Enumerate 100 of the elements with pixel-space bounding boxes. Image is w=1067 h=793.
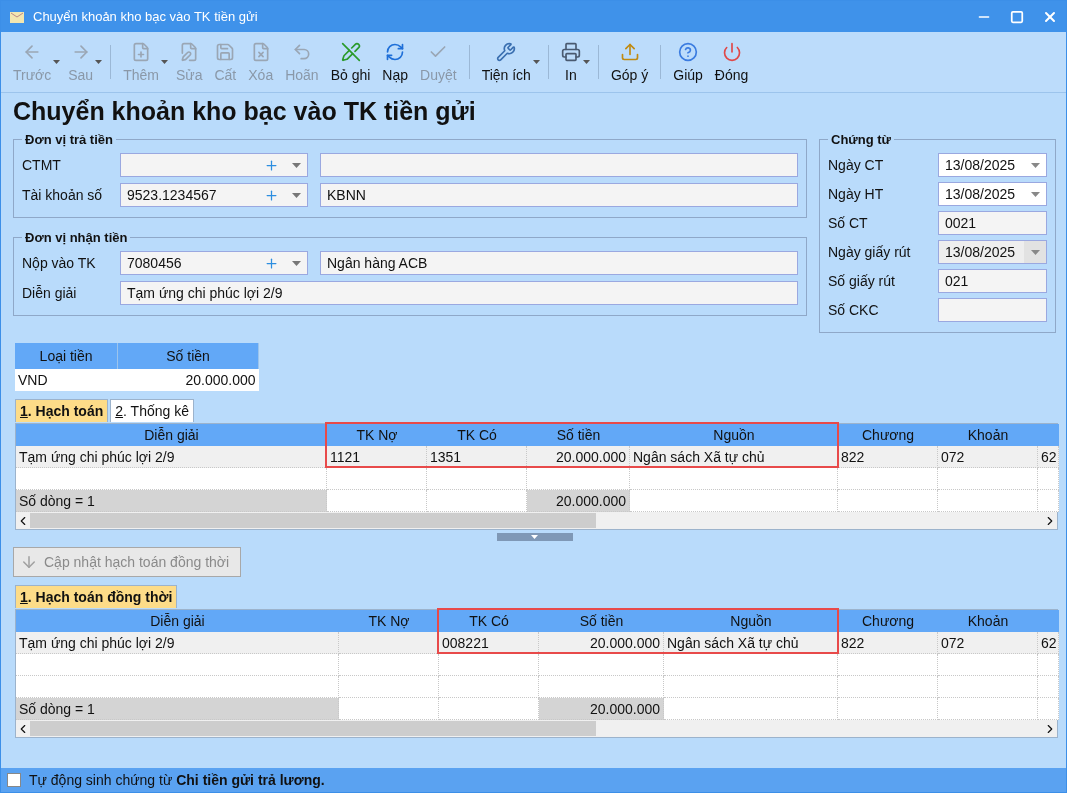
field-label: Số CKC [828,302,880,318]
save-icon [215,41,236,62]
column-header[interactable]: TK Có [439,610,539,632]
column-header[interactable]: Nguồn [664,610,838,632]
table-cell [1038,654,1059,676]
add-icon[interactable] [264,157,279,173]
group-title: Chứng từ [830,132,892,147]
tab[interactable]: 2. Thống kê [110,399,194,422]
table-cell: 62 [1038,446,1059,468]
column-header: Số tiền [117,343,259,369]
summary-cell: Số dòng = 1 [16,490,327,512]
table-cell: 072 [938,446,1038,468]
group-title: Đơn vị trả tiền [24,132,114,147]
field-label: Số giấy rút [828,273,896,289]
account-combo[interactable]: 7080456 [120,251,308,275]
table-cell: Ngân sách Xã tự chủ [664,632,838,654]
text-field[interactable]: 021 [938,269,1047,293]
tab[interactable]: 1. Hạch toán đồng thời [15,585,178,608]
field-label: CTMT [22,157,62,173]
toolbar-button[interactable]: Góp ý [604,39,655,85]
account-combo[interactable] [120,153,308,177]
edit-document-icon [179,41,200,62]
field-label: Nộp vào TK [22,255,97,271]
group-title: Đơn vị nhận tiền [24,230,129,245]
column-header[interactable]: Chương [838,610,938,632]
table-cell: 20.000.000 [527,446,630,468]
toolbar-button[interactable]: Giúp [667,39,709,85]
column-header[interactable]: Chương [838,424,938,446]
column-header: Loại tiền [15,343,118,369]
text-field[interactable]: 0021 [938,211,1047,235]
column-header[interactable]: Số tiền [527,424,630,446]
table-cell: Tạm ứng chi phúc lợi 2/9 [16,446,327,468]
caret-icon[interactable] [532,60,540,64]
tab[interactable]: 1. Hạch toán [15,399,109,422]
column-header[interactable]: Nguồn [630,424,838,446]
caret-icon[interactable] [582,60,590,64]
table-cell: 008221 [439,632,539,654]
toolbar-button[interactable]: In [554,39,587,85]
field-label: Diễn giải [22,285,78,301]
field-label: Ngày HT [828,186,885,202]
table-cell: 20.000.000 [117,369,259,391]
add-icon[interactable] [264,255,279,271]
window-title: Chuyển khoản kho bạc vào TK tiền gửi [33,9,259,24]
table-cell: 1351 [427,446,527,468]
column-header[interactable]: Diễn giải [16,424,327,446]
column-header[interactable]: Khoản [938,610,1038,632]
refresh-icon [385,41,406,62]
toolbar-button[interactable]: Đóng [708,39,755,85]
table-cell: 822 [838,632,938,654]
table-cell: 072 [938,632,1038,654]
description-field[interactable]: Tạm ứng chi phúc lợi 2/9 [120,281,798,305]
table-cell: VND [15,369,118,391]
power-icon [721,41,742,62]
horizontal-scrollbar[interactable] [16,512,1057,529]
column-header[interactable]: TK Có [427,424,527,446]
tools-icon [496,41,517,62]
table-cell: Ngân sách Xã tự chủ [630,446,838,468]
form-heading: Chuyển khoản kho bạc vào TK tiền gửi [13,96,477,127]
upload-icon [619,41,640,62]
summary-cell: Số dòng = 1 [16,698,339,720]
undo-icon [291,41,312,62]
checkbox[interactable] [7,773,21,787]
summary-cell: 20.000.000 [527,490,630,512]
table-cell: 20.000.000 [539,632,664,654]
table-cell: 1121 [327,446,427,468]
table-cell [1038,676,1059,698]
maximize-icon[interactable] [1010,9,1024,24]
field-label: Số CT [828,215,869,231]
printer-icon [560,41,581,62]
name-field[interactable]: KBNN [320,183,798,207]
text-field[interactable] [938,298,1047,322]
summary-cell: 20.000.000 [539,698,664,720]
splitter-handle[interactable] [496,533,573,541]
column-header[interactable]: TK Nợ [327,424,427,446]
date-field[interactable]: 13/08/2025 [938,182,1047,206]
name-field[interactable]: Ngân hàng ACB [320,251,798,275]
help-icon [678,41,699,62]
toolbar-button[interactable]: Nạp [376,39,415,85]
column-header[interactable]: Diễn giải [16,610,339,632]
field-label: Ngày giấy rút [828,244,912,260]
table-cell: Tạm ứng chi phúc lợi 2/9 [16,632,339,654]
pen-cross-icon [340,41,361,62]
new-document-icon [131,41,152,62]
date-field[interactable]: 13/08/2025 [938,153,1047,177]
table-cell [1038,468,1059,490]
table-cell: 62 [1038,632,1059,654]
toolbar-button[interactable]: Bỏ ghi [324,39,377,85]
name-field[interactable] [320,153,798,177]
toolbar-button[interactable]: Tiện ích [475,39,537,85]
account-combo[interactable]: 9523.1234567 [120,183,308,207]
down-arrow-icon [20,553,38,571]
column-header[interactable]: TK Nợ [339,610,439,632]
add-icon[interactable] [264,187,279,203]
field-label: Tài khoản số [22,187,104,203]
column-header[interactable]: Số tiền [539,610,664,632]
horizontal-scrollbar[interactable] [16,720,1057,737]
field-label: Ngày CT [828,157,885,173]
auto-generate-label: Tự động sinh chứng từ Chi tiền gửi trả lương. [29,772,325,788]
table-cell: 822 [838,446,938,468]
column-header[interactable]: Khoản [938,424,1038,446]
